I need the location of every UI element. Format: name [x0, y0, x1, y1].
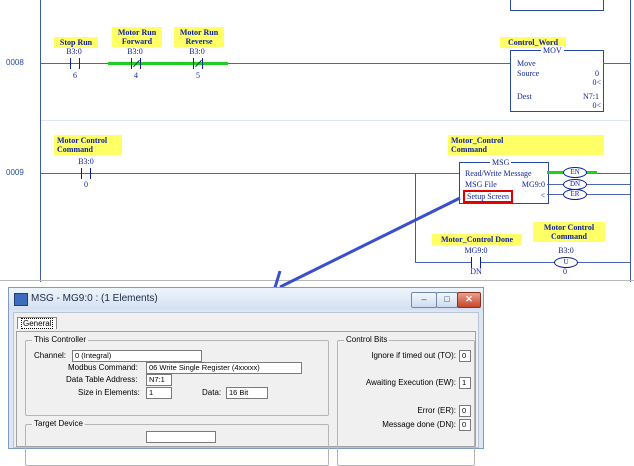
- control-bit-value-dn[interactable]: 0: [459, 419, 471, 431]
- maximize-button[interactable]: □: [436, 292, 458, 308]
- minimize-button[interactable]: –: [411, 292, 437, 308]
- control-bit-label-dn: Message done (DN):: [382, 420, 456, 429]
- control-bit-value-to[interactable]: 0: [459, 350, 471, 362]
- control-bits-group: Control Bits Ignore if timed out (TO): 0…: [337, 335, 475, 466]
- this-controller-group: This Controller Channel: 0 (Integral) Mo…: [25, 335, 329, 416]
- data-label: Data:: [202, 388, 222, 397]
- channel-label: Channel:: [34, 351, 67, 360]
- this-controller-legend: This Controller: [32, 335, 89, 344]
- control-bit-label-to: Ignore if timed out (TO):: [371, 351, 456, 360]
- control-bit-value-ew[interactable]: 1: [459, 377, 471, 389]
- size-in-elements-field[interactable]: 1: [146, 387, 172, 399]
- dialog-titlebar[interactable]: MSG - MG9:0 : (1 Elements) – □ ✕: [9, 288, 483, 310]
- data-table-address-field[interactable]: N7:1: [146, 374, 172, 386]
- data-table-address-label: Data Table Address:: [66, 375, 138, 384]
- target-device-group: Target Device: [25, 419, 329, 466]
- modbus-command-field[interactable]: 06 Write Single Register (4xxxxx): [146, 362, 302, 374]
- msg-dialog: MSG - MG9:0 : (1 Elements) – □ ✕ General…: [8, 287, 484, 466]
- control-bit-label-er: Error (ER):: [417, 406, 456, 415]
- dialog-body: General This Controller Channel: 0 (Inte…: [13, 312, 479, 466]
- size-in-elements-label: Size in Elements:: [78, 388, 140, 397]
- channel-field[interactable]: 0 (Integral): [72, 350, 202, 362]
- target-device-legend: Target Device: [32, 419, 85, 428]
- control-bit-value-er[interactable]: 0: [459, 405, 471, 417]
- close-button[interactable]: ✕: [457, 292, 481, 308]
- app-icon: [14, 293, 28, 306]
- general-panel: This Controller Channel: 0 (Integral) Mo…: [16, 331, 476, 466]
- data-field[interactable]: 16 Bit: [226, 387, 268, 399]
- modbus-command-label: Modbus Command:: [68, 363, 138, 372]
- control-bits-legend: Control Bits: [344, 335, 390, 344]
- control-bit-label-ew: Awaiting Execution (EW):: [365, 378, 456, 387]
- dialog-title: MSG - MG9:0 : (1 Elements): [31, 293, 158, 304]
- tab-general-label: General: [21, 318, 54, 329]
- tab-general[interactable]: General: [17, 317, 58, 329]
